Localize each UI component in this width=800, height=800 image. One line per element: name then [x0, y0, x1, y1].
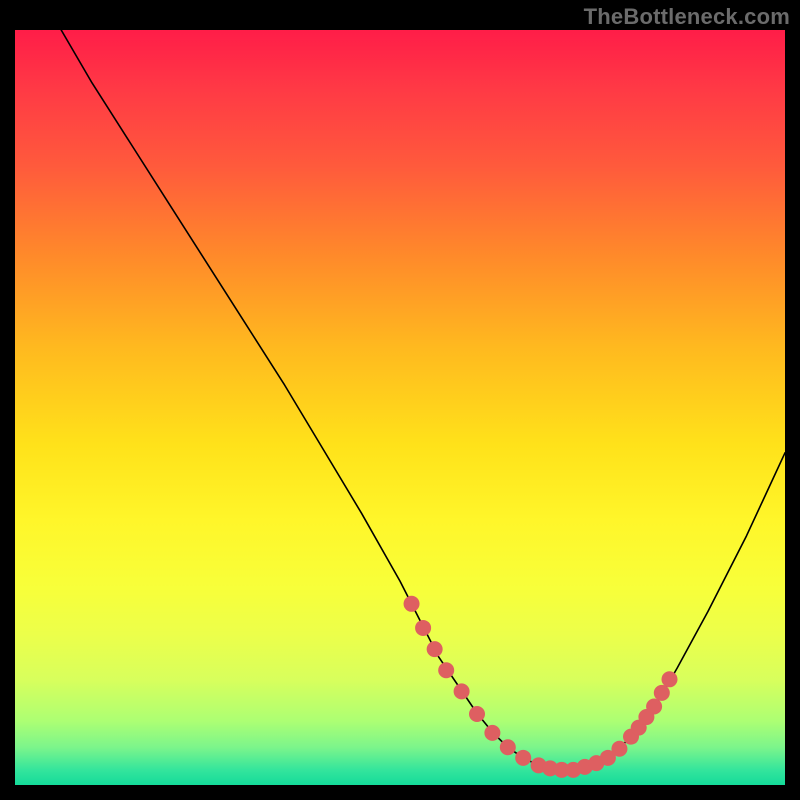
marker-point	[515, 750, 531, 766]
chart-frame: TheBottleneck.com	[0, 0, 800, 800]
marker-point	[454, 683, 470, 699]
marker-point	[646, 698, 662, 714]
marker-layer	[404, 596, 678, 778]
marker-point	[662, 671, 678, 687]
watermark-text: TheBottleneck.com	[584, 4, 790, 30]
plot-svg	[15, 30, 785, 785]
curve-layer	[61, 30, 785, 770]
marker-point	[484, 725, 500, 741]
marker-point	[415, 620, 431, 636]
marker-point	[654, 685, 670, 701]
plot-area	[15, 30, 785, 785]
marker-point	[469, 706, 485, 722]
marker-point	[438, 662, 454, 678]
marker-point	[404, 596, 420, 612]
marker-point	[500, 739, 516, 755]
marker-point	[427, 641, 443, 657]
marker-point	[611, 741, 627, 757]
bottleneck-curve	[61, 30, 785, 770]
